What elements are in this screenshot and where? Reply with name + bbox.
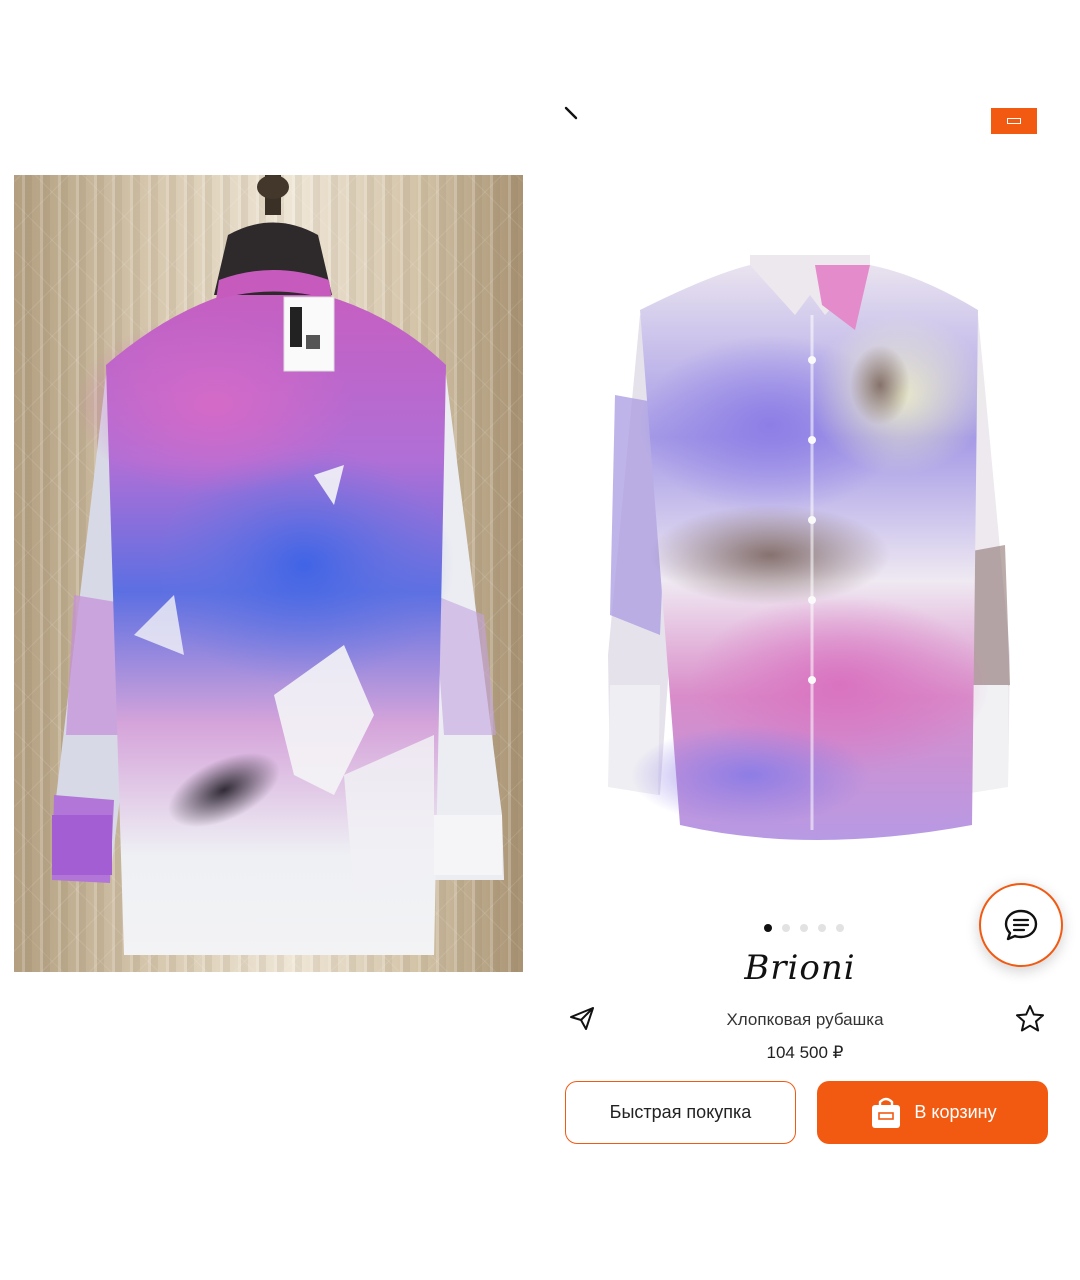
chat-bubble-icon bbox=[1004, 909, 1038, 941]
store-logo[interactable] bbox=[991, 108, 1037, 134]
shopping-bag-icon bbox=[872, 1097, 901, 1128]
product-title: Хлопковая рубашка bbox=[726, 1010, 884, 1029]
back-chevron-icon[interactable] bbox=[562, 106, 588, 128]
send-icon[interactable] bbox=[568, 1004, 596, 1032]
carousel-dot[interactable] bbox=[782, 924, 790, 932]
product-price: 104 500 ₽ bbox=[766, 1043, 844, 1062]
shirt-back-photo bbox=[14, 175, 523, 972]
carousel-dot[interactable] bbox=[800, 924, 808, 932]
quick-buy-button[interactable]: Быстрая покупка bbox=[565, 1081, 796, 1144]
add-to-cart-label: В корзину bbox=[914, 1102, 997, 1122]
add-to-cart-button[interactable]: В корзину bbox=[817, 1081, 1048, 1144]
chat-button[interactable] bbox=[979, 883, 1063, 967]
product-image[interactable] bbox=[600, 255, 1020, 845]
brand-logo[interactable]: Brioni bbox=[700, 948, 900, 988]
image-carousel-dots[interactable] bbox=[764, 924, 844, 932]
carousel-dot[interactable] bbox=[836, 924, 844, 932]
carousel-dot[interactable] bbox=[764, 924, 772, 932]
star-outline-icon[interactable] bbox=[1014, 1003, 1046, 1035]
carousel-dot[interactable] bbox=[818, 924, 826, 932]
